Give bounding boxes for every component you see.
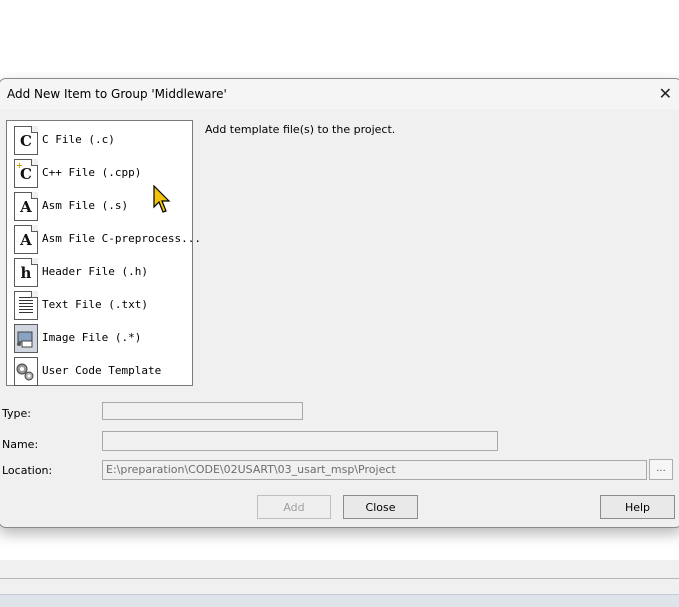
- list-item-label: Image File (.*): [42, 331, 142, 344]
- type-field[interactable]: [102, 402, 303, 420]
- cpp-file-icon: C +: [14, 159, 38, 188]
- add-new-item-dialog: Add New Item to Group 'Middleware' ✕ C C…: [0, 78, 679, 528]
- dialog-titlebar: Add New Item to Group 'Middleware' ✕: [0, 79, 679, 109]
- list-item-label: User Code Template: [42, 364, 162, 377]
- user-code-template-icon: [14, 357, 38, 386]
- list-item-label: Text File (.txt): [42, 298, 148, 311]
- description-text: Add template file(s) to the project.: [205, 123, 396, 136]
- asm-file-icon: A: [14, 192, 38, 221]
- list-item-label: Asm File (.s): [42, 199, 129, 212]
- list-item-image-file[interactable]: Image File (.*): [7, 321, 192, 354]
- file-type-list[interactable]: C C File (.c) C + C++ File (.cpp) A Asm F…: [6, 120, 201, 387]
- asm-preprocess-file-icon: A: [14, 225, 38, 254]
- add-button[interactable]: Add: [257, 495, 331, 519]
- browse-button[interactable]: ...: [649, 459, 673, 480]
- close-button[interactable]: Close: [343, 495, 418, 519]
- close-icon[interactable]: ✕: [659, 84, 672, 103]
- help-button[interactable]: Help: [600, 495, 675, 519]
- dialog-title: Add New Item to Group 'Middleware': [7, 87, 227, 101]
- list-item-label: C File (.c): [42, 133, 115, 146]
- list-item-label: C++ File (.cpp): [42, 166, 142, 179]
- header-file-icon: h: [14, 258, 38, 287]
- list-item-text-file[interactable]: Text File (.txt): [7, 288, 192, 321]
- name-label: Name:: [2, 438, 39, 451]
- c-file-icon: C: [14, 126, 38, 155]
- list-item-asm-preprocess[interactable]: A Asm File C-preprocess...: [7, 222, 201, 255]
- location-field[interactable]: E:\preparation\CODE\02USART\03_usart_msp…: [102, 460, 647, 480]
- background-scrollbar: [0, 594, 679, 607]
- list-item-user-code-template[interactable]: User Code Template: [7, 354, 192, 387]
- type-label: Type:: [2, 407, 31, 420]
- background-divider: [0, 578, 679, 579]
- text-file-icon: [14, 291, 38, 320]
- image-file-icon: [14, 324, 38, 353]
- name-input[interactable]: [102, 431, 498, 451]
- location-label: Location:: [2, 464, 53, 477]
- list-item-c-file[interactable]: C C File (.c): [7, 123, 192, 156]
- mouse-cursor-icon: [153, 185, 171, 213]
- list-item-label: Header File (.h): [42, 265, 148, 278]
- list-item-header-file[interactable]: h Header File (.h): [7, 255, 192, 288]
- list-item-label: Asm File C-preprocess...: [42, 232, 201, 245]
